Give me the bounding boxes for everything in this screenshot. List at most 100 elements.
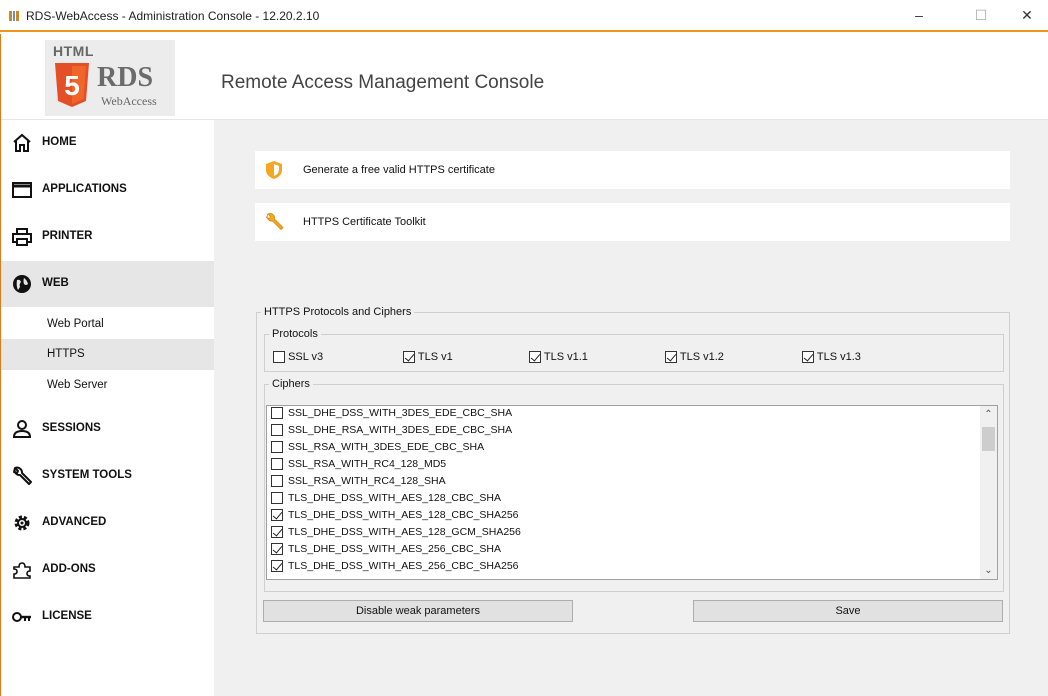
protocol-label: TLS v1.3 bbox=[816, 351, 861, 363]
cipher-label: TLS_DHE_DSS_WITH_AES_128_CBC_SHA bbox=[288, 492, 502, 504]
checkbox[interactable] bbox=[271, 492, 283, 505]
cipher-label: TLS_DHE_DSS_WITH_AES_256_CBC_SHA bbox=[288, 543, 502, 555]
close-button[interactable]: ✕ bbox=[1004, 0, 1048, 30]
scroll-down-arrow-icon[interactable]: ⌄ bbox=[980, 562, 997, 579]
protocols-group: Protocols bbox=[264, 328, 1004, 372]
cipher-label: SSL_RSA_WITH_RC4_128_MD5 bbox=[288, 458, 447, 470]
app-header: HTML 5 RDS WebAccess Remote Access Manag… bbox=[1, 34, 1048, 120]
checkbox[interactable] bbox=[529, 351, 541, 364]
checkbox[interactable] bbox=[271, 441, 283, 454]
card-label: Generate a free valid HTTPS certificate bbox=[303, 164, 495, 176]
sidebar-item-label: SESSIONS bbox=[42, 422, 101, 434]
cipher-item[interactable]: SSL_DHE_DSS_WITH_3DES_EDE_CBC_SHA bbox=[271, 407, 512, 424]
wrench-icon bbox=[13, 466, 32, 485]
logo-webaccess-text: WebAccess bbox=[101, 94, 157, 108]
sidebar-item-label: WEB bbox=[42, 277, 69, 289]
checkbox[interactable] bbox=[802, 351, 814, 364]
sidebar-item-web[interactable]: WEB bbox=[1, 261, 214, 307]
app-tools-icon bbox=[9, 11, 19, 21]
checkbox[interactable] bbox=[271, 424, 283, 437]
checkbox[interactable] bbox=[271, 543, 283, 556]
minimize-button[interactable]: – bbox=[896, 0, 942, 30]
checkbox[interactable] bbox=[271, 509, 283, 522]
checkbox[interactable] bbox=[273, 351, 285, 364]
sidebar-item-label: PRINTER bbox=[42, 230, 93, 242]
ciphers-scrollbar[interactable]: ⌃ ⌄ bbox=[980, 406, 997, 579]
sidebar-item-applications[interactable]: APPLICATIONS bbox=[1, 167, 214, 213]
cipher-label: SSL_RSA_WITH_RC4_128_SHA bbox=[288, 475, 446, 487]
main-content: Generate a free valid HTTPS certificate … bbox=[214, 120, 1048, 696]
sidebar-item-system-tools[interactable]: SYSTEM TOOLS bbox=[1, 453, 214, 499]
html5-shield-icon: 5 bbox=[55, 63, 89, 107]
sidebar-item-printer[interactable]: PRINTER bbox=[1, 214, 214, 260]
sidebar-item-label: ADD-ONS bbox=[42, 563, 96, 575]
ciphers-list[interactable]: SSL_DHE_DSS_WITH_3DES_EDE_CBC_SHA SSL_DH… bbox=[266, 405, 998, 580]
checkbox[interactable] bbox=[271, 560, 283, 573]
sidebar-subitem-label: HTTPS bbox=[47, 348, 85, 360]
ciphers-title: Ciphers bbox=[272, 378, 310, 390]
protocol-label: TLS v1.1 bbox=[543, 351, 588, 363]
sidebar-item-home[interactable]: HOME bbox=[1, 120, 214, 166]
printer-icon bbox=[12, 228, 32, 246]
protocol-tls-v1-2[interactable]: TLS v1.2 bbox=[665, 351, 724, 364]
protocol-tls-v1-1[interactable]: TLS v1.1 bbox=[529, 351, 588, 364]
sidebar-item-label: ADVANCED bbox=[42, 516, 107, 528]
sidebar-item-advanced[interactable]: ADVANCED bbox=[1, 500, 214, 546]
checkbox[interactable] bbox=[271, 407, 283, 420]
protocols-title: Protocols bbox=[272, 328, 318, 340]
disable-weak-parameters-button[interactable]: Disable weak parameters bbox=[263, 600, 573, 622]
cipher-item[interactable]: SSL_RSA_WITH_3DES_EDE_CBC_SHA bbox=[271, 441, 484, 458]
scrollbar-thumb[interactable] bbox=[982, 427, 995, 451]
maximize-button[interactable]: ☐ bbox=[958, 0, 1004, 30]
puzzle-icon bbox=[13, 562, 31, 579]
cipher-item[interactable]: TLS_DHE_DSS_WITH_AES_256_CBC_SHA bbox=[271, 543, 501, 560]
generate-certificate-card[interactable]: Generate a free valid HTTPS certificate bbox=[255, 151, 1010, 189]
sidebar-subitem-https[interactable]: HTTPS bbox=[1, 339, 214, 370]
logo-rds-text: RDS bbox=[97, 62, 154, 93]
cipher-label: SSL_RSA_WITH_3DES_EDE_CBC_SHA bbox=[288, 441, 485, 453]
sidebar: HOME APPLICATIONS PRINTER WEB Web Portal… bbox=[1, 120, 214, 696]
scroll-up-arrow-icon[interactable]: ⌃ bbox=[980, 406, 997, 423]
checkbox[interactable] bbox=[665, 351, 677, 364]
sidebar-subitem-label: Web Server bbox=[47, 379, 108, 391]
protocol-label: TLS v1.2 bbox=[679, 351, 724, 363]
sidebar-item-sessions[interactable]: SESSIONS bbox=[1, 406, 214, 452]
group-title: HTTPS Protocols and Ciphers bbox=[264, 306, 412, 318]
protocol-tls-v1[interactable]: TLS v1 bbox=[403, 351, 453, 364]
cipher-item[interactable]: SSL_RSA_WITH_RC4_128_SHA bbox=[271, 475, 446, 492]
home-icon bbox=[13, 133, 31, 152]
sidebar-subitem-label: Web Portal bbox=[47, 318, 104, 330]
sidebar-item-add-ons[interactable]: ADD-ONS bbox=[1, 547, 214, 593]
logo-html-text: HTML bbox=[53, 43, 94, 59]
certificate-toolkit-card[interactable]: HTTPS Certificate Toolkit bbox=[255, 203, 1010, 241]
cipher-item[interactable]: TLS_DHE_DSS_WITH_AES_128_GCM_SHA256 bbox=[271, 526, 521, 543]
checkbox[interactable] bbox=[403, 351, 415, 364]
checkbox[interactable] bbox=[271, 475, 283, 488]
cipher-label: SSL_DHE_DSS_WITH_3DES_EDE_CBC_SHA bbox=[288, 407, 513, 419]
sidebar-item-label: HOME bbox=[42, 136, 77, 148]
sidebar-item-label: LICENSE bbox=[42, 610, 92, 622]
sidebar-item-license[interactable]: LICENSE bbox=[1, 594, 214, 640]
save-button[interactable]: Save bbox=[693, 600, 1003, 622]
logo-number: 5 bbox=[64, 70, 80, 101]
checkbox[interactable] bbox=[271, 458, 283, 471]
sidebar-subitem-web-server[interactable]: Web Server bbox=[1, 370, 214, 401]
window-icon bbox=[12, 182, 32, 198]
cipher-label: SSL_DHE_RSA_WITH_3DES_EDE_CBC_SHA bbox=[288, 424, 513, 436]
sidebar-item-label: SYSTEM TOOLS bbox=[42, 469, 132, 481]
cipher-item[interactable]: SSL_RSA_WITH_RC4_128_MD5 bbox=[271, 458, 446, 475]
gear-icon bbox=[14, 515, 30, 531]
sidebar-subitem-web-portal[interactable]: Web Portal bbox=[1, 309, 214, 340]
checkbox[interactable] bbox=[271, 526, 283, 539]
protocol-ssl-v3[interactable]: SSL v3 bbox=[273, 351, 323, 364]
rds-webaccess-logo: HTML 5 RDS WebAccess bbox=[45, 40, 175, 116]
protocol-tls-v1-3[interactable]: TLS v1.3 bbox=[802, 351, 861, 364]
cipher-label: TLS_DHE_DSS_WITH_AES_128_CBC_SHA256 bbox=[288, 509, 519, 521]
cipher-item[interactable]: TLS_DHE_DSS_WITH_AES_256_CBC_SHA256 bbox=[271, 560, 519, 577]
cipher-item[interactable]: TLS_DHE_DSS_WITH_AES_128_CBC_SHA bbox=[271, 492, 501, 509]
cipher-item[interactable]: TLS_DHE_DSS_WITH_AES_128_CBC_SHA256 bbox=[271, 509, 519, 526]
cipher-label: TLS_DHE_DSS_WITH_AES_256_CBC_SHA256 bbox=[288, 560, 519, 572]
key-icon bbox=[12, 612, 31, 622]
tools-icon bbox=[265, 213, 284, 231]
cipher-item[interactable]: SSL_DHE_RSA_WITH_3DES_EDE_CBC_SHA bbox=[271, 424, 512, 441]
